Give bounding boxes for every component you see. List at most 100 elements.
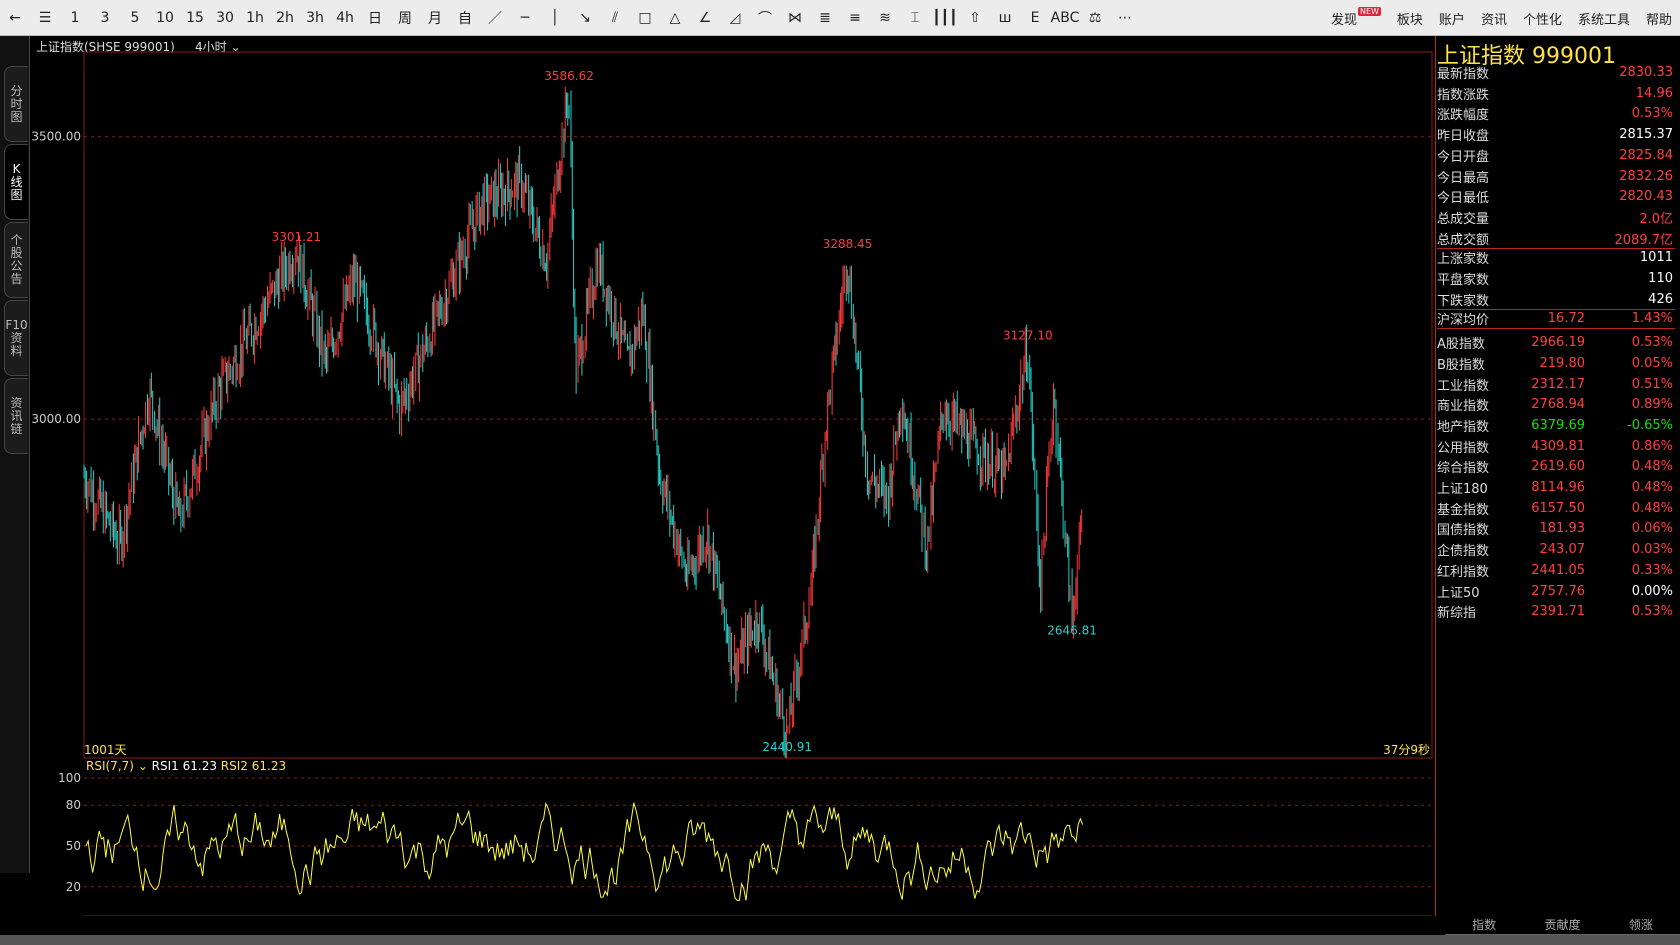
toolbar-tool-28[interactable]: ≡	[840, 0, 870, 36]
quote-change: 0.05%	[1631, 355, 1673, 371]
quote-row[interactable]: B股指数 219.80 0.05%	[1437, 353, 1675, 374]
toolbar-tool-11[interactable]: 4h	[330, 0, 360, 36]
menu-item-3[interactable]: 资讯	[1473, 0, 1515, 36]
toolbar-tool-24[interactable]: ◿	[720, 0, 750, 36]
toolbar-tool-31[interactable]: ┃┃┃	[930, 0, 960, 36]
rsi-tick-label: 20	[66, 880, 81, 894]
quote-row[interactable]: 国债指数 181.93 0.06%	[1437, 518, 1675, 539]
toolbar-tool-34[interactable]: E	[1020, 0, 1050, 36]
menu-item-2[interactable]: 账户	[1431, 0, 1473, 36]
quote-row[interactable]: 昨日收盘 2815.37	[1437, 124, 1675, 145]
menu-item-1[interactable]: 板块	[1389, 0, 1431, 36]
menu-item-6[interactable]: 帮助	[1638, 0, 1680, 36]
quote-name: 上涨家数	[1437, 252, 1490, 268]
quote-row[interactable]: 涨跌幅度 0.53%	[1437, 103, 1675, 124]
quote-change: 0.53%	[1631, 604, 1673, 620]
quote-row[interactable]: 平盘家数 110	[1437, 268, 1675, 289]
quote-row[interactable]: 总成交额 2089.7亿	[1437, 228, 1675, 249]
quote-row[interactable]: 综合指数 2619.60 0.48%	[1437, 456, 1675, 477]
quote-row[interactable]: 红利指数 2441.05 0.33%	[1437, 560, 1675, 581]
quote-row[interactable]: 最新指数 2830.33	[1437, 62, 1675, 83]
quote-name: 今日最低	[1437, 191, 1490, 207]
toolbar-tool-1[interactable]: ☰	[30, 0, 60, 36]
toolbar-tool-14[interactable]: 月	[420, 0, 450, 36]
toolbar-tool-2[interactable]: 1	[60, 0, 90, 36]
quote-name: 新综指	[1437, 606, 1477, 622]
toolbar-tool-35[interactable]: ABC	[1050, 0, 1080, 36]
toolbar-tool-23[interactable]: ∠	[690, 0, 720, 36]
toolbar-tool-16[interactable]: ／	[480, 0, 510, 36]
toolbar-tool-13[interactable]: 周	[390, 0, 420, 36]
quote-change: 2825.84	[1619, 147, 1673, 163]
toolbar-tool-25[interactable]: ⌒	[750, 0, 780, 36]
quote-change: 110	[1648, 271, 1673, 286]
menu-item-label: 板块	[1396, 12, 1423, 28]
toolbar-tool-36[interactable]: ⚖	[1080, 0, 1110, 36]
toolbar-tool-12[interactable]: 日	[360, 0, 390, 36]
toolbar-tool-7[interactable]: 30	[210, 0, 240, 36]
panel-tab-0[interactable]: 指数	[1445, 915, 1524, 935]
quote-row[interactable]: 下跌家数 426	[1437, 289, 1675, 310]
quote-value: 4309.81	[1531, 438, 1585, 454]
quote-row[interactable]: A股指数 2966.19 0.53%	[1437, 332, 1675, 353]
quote-change: 2815.37	[1619, 127, 1673, 143]
quote-row[interactable]: 今日最低 2820.43	[1437, 186, 1675, 207]
span-label: 1001天	[84, 743, 127, 757]
quote-row[interactable]: 工业指数 2312.17 0.51%	[1437, 374, 1675, 395]
rsi-legend[interactable]: RSI(7,7) ⌄ RSI1 61.23 RSI2 61.23	[86, 759, 286, 773]
panel-tab-2[interactable]: 领涨	[1601, 915, 1680, 935]
extreme-label: 2646.81	[1047, 624, 1097, 638]
rsi-indicator-label[interactable]: RSI(7,7)	[86, 759, 134, 773]
extreme-label: 3127.10	[1003, 328, 1053, 342]
quote-row[interactable]: 总成交量 2.0亿	[1437, 207, 1675, 228]
toolbar-tool-27[interactable]: ≣	[810, 0, 840, 36]
toolbar-tool-8[interactable]: 1h	[240, 0, 270, 36]
menu-item-5[interactable]: 系统工具	[1570, 0, 1638, 36]
toolbar-tool-15[interactable]: 自	[450, 0, 480, 36]
quote-row[interactable]: 新综指 2391.71 0.53%	[1437, 601, 1675, 622]
rsi-tick-label: 100	[58, 771, 81, 785]
rsi2-value: RSI2 61.23	[220, 759, 287, 773]
quote-row[interactable]: 沪深均价 16.72 1.43%	[1437, 308, 1675, 329]
quote-row[interactable]: 公用指数 4309.81 0.86%	[1437, 436, 1675, 457]
toolbar-tool-4[interactable]: 5	[120, 0, 150, 36]
toolbar-tool-32[interactable]: ⇧	[960, 0, 990, 36]
quote-name: 企债指数	[1437, 544, 1490, 560]
toolbar-tool-37[interactable]: ⋯	[1110, 0, 1140, 36]
quote-name: A股指数	[1437, 337, 1485, 353]
quote-row[interactable]: 今日开盘 2825.84	[1437, 145, 1675, 166]
quote-row[interactable]: 地产指数 6379.69 -0.65%	[1437, 415, 1675, 436]
kline-chart[interactable]: 3500.00 3000.00 3586.62 3301.21 3288.45 3127.…	[0, 36, 1435, 916]
toolbar-tool-6[interactable]: 15	[180, 0, 210, 36]
toolbar-tool-30[interactable]: ⌶	[900, 0, 930, 36]
quote-name: 下跌家数	[1437, 293, 1490, 309]
menu-item-0[interactable]: 发现 NEW	[1323, 0, 1389, 36]
toolbar-tool-26[interactable]: ⋈	[780, 0, 810, 36]
panel-tab-1[interactable]: 贡献度	[1523, 915, 1602, 935]
toolbar-tool-22[interactable]: △	[660, 0, 690, 36]
extreme-label: 3301.21	[272, 230, 322, 244]
toolbar-tool-20[interactable]: ⫽	[600, 0, 630, 36]
toolbar-tool-29[interactable]: ≋	[870, 0, 900, 36]
toolbar-tool-0[interactable]: ←	[0, 0, 30, 36]
quote-row[interactable]: 上证180 8114.96 0.48%	[1437, 477, 1675, 498]
toolbar-tool-33[interactable]: ꟺ	[990, 0, 1020, 36]
quote-row[interactable]: 企债指数 243.07 0.03%	[1437, 539, 1675, 560]
toolbar-tool-9[interactable]: 2h	[270, 0, 300, 36]
toolbar-tool-10[interactable]: 3h	[300, 0, 330, 36]
menu-item-4[interactable]: 个性化	[1515, 0, 1570, 36]
toolbar-tool-17[interactable]: ─	[510, 0, 540, 36]
toolbar-tool-18[interactable]: │	[540, 0, 570, 36]
quote-change: 0.53%	[1631, 335, 1673, 351]
toolbar-tool-3[interactable]: 3	[90, 0, 120, 36]
y-tick-label: 3000.00	[31, 412, 81, 426]
toolbar-tool-21[interactable]: □	[630, 0, 660, 36]
quote-row[interactable]: 今日最高 2832.26	[1437, 166, 1675, 187]
quote-row[interactable]: 商业指数 2768.94 0.89%	[1437, 394, 1675, 415]
quote-row[interactable]: 上证50 2757.76 0.00%	[1437, 581, 1675, 602]
toolbar-tool-5[interactable]: 10	[150, 0, 180, 36]
quote-row[interactable]: 指数涨跌 14.96	[1437, 83, 1675, 104]
quote-row[interactable]: 基金指数 6157.50 0.48%	[1437, 498, 1675, 519]
toolbar-tool-19[interactable]: ↘	[570, 0, 600, 36]
quote-row[interactable]: 上涨家数 1011	[1437, 247, 1675, 268]
